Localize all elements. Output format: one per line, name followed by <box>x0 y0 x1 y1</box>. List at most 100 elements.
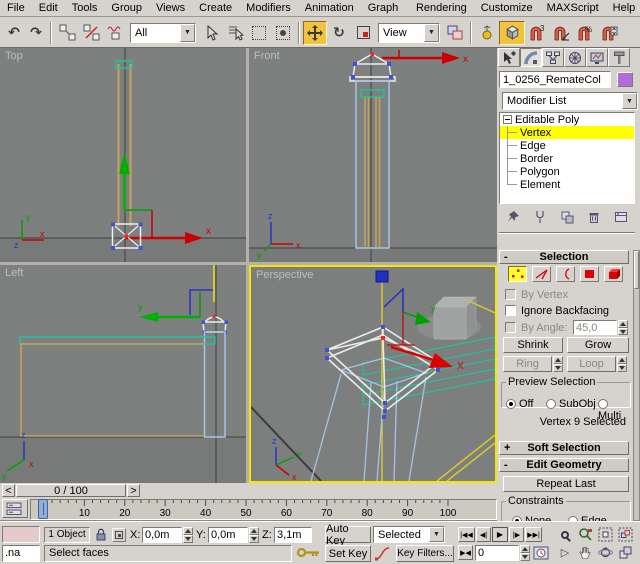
menu-item[interactable]: Rendering <box>409 0 474 17</box>
pan-button[interactable] <box>576 544 594 561</box>
by-angle-spinner[interactable] <box>618 320 628 335</box>
subobject-element-button[interactable] <box>604 266 623 282</box>
tab-motion[interactable] <box>564 48 586 67</box>
tab-display[interactable] <box>586 48 608 67</box>
auto-key-button[interactable]: Auto Key <box>325 526 371 543</box>
viewport-perspective-label[interactable]: Perspective <box>256 269 313 281</box>
reference-coordsys-dropdown[interactable]: View ▼ <box>378 23 440 43</box>
preview-off-radio[interactable]: Off <box>506 398 533 410</box>
stack-item-border[interactable]: Border <box>500 152 634 165</box>
stack-item-polygon[interactable]: Polygon <box>500 165 634 178</box>
viewport-front[interactable]: Front x <box>249 48 497 262</box>
frame-readout[interactable]: 0 / 100 <box>16 484 126 497</box>
key-mode-toggle-button[interactable]: ▶◀ <box>458 545 473 560</box>
menu-item[interactable]: Group <box>104 0 149 17</box>
open-mini-curve-editor-button[interactable] <box>2 499 28 518</box>
menu-item[interactable]: Customize <box>474 0 540 17</box>
viewport-left[interactable]: Left y z y <box>0 265 246 483</box>
select-by-name-button[interactable] <box>223 21 247 45</box>
frame-spinner[interactable] <box>520 545 530 561</box>
menu-item[interactable]: Help <box>606 0 640 17</box>
menu-item[interactable]: Modifiers <box>239 0 298 17</box>
redo-icon[interactable]: ↷ <box>25 21 47 45</box>
ignore-backfacing-checkbox[interactable] <box>505 305 516 316</box>
selection-lock-toggle[interactable] <box>94 527 108 545</box>
set-key-button[interactable]: Set Key <box>325 545 371 562</box>
menu-item[interactable]: Edit <box>32 0 65 17</box>
go-to-end-button[interactable]: ▶▶| <box>525 527 542 542</box>
menu-item[interactable]: Tools <box>65 0 105 17</box>
menu-item[interactable]: Views <box>149 0 192 17</box>
command-panel-scrollbar[interactable] <box>633 250 640 521</box>
snaps-toggle-button[interactable] <box>499 21 525 45</box>
x-coordinate-field[interactable] <box>142 527 182 543</box>
key-filters-button[interactable]: Key Filters... <box>396 545 454 562</box>
previous-frame-button[interactable]: ◀| <box>476 527 491 542</box>
key-mode-dropdown[interactable]: Selected ▼ <box>373 526 445 543</box>
collapse-icon[interactable] <box>503 115 512 124</box>
pin-stack-button[interactable] <box>502 209 524 225</box>
stack-item-element[interactable]: Element <box>500 178 634 191</box>
show-end-result-button[interactable] <box>529 209 551 225</box>
select-and-move-button[interactable] <box>303 21 327 45</box>
soft-selection-rollout-header[interactable]: + Soft Selection <box>499 441 629 455</box>
undo-icon[interactable]: ↶ <box>3 21 25 45</box>
select-and-manipulate-button[interactable] <box>475 21 499 45</box>
by-vertex-checkbox[interactable] <box>505 289 516 300</box>
ring-button[interactable]: Ring <box>503 356 552 372</box>
angle-snap-toggle[interactable] <box>549 21 573 45</box>
menu-item[interactable]: File <box>0 0 32 17</box>
time-slider-handle[interactable] <box>38 499 48 519</box>
ring-spinner[interactable] <box>553 356 563 372</box>
mini-listener-macro[interactable] <box>2 526 40 543</box>
time-configuration-button[interactable] <box>533 545 549 564</box>
tab-modify[interactable] <box>520 48 542 67</box>
stack-item-vertex[interactable]: Vertex <box>500 126 634 139</box>
selection-filter-dropdown[interactable]: All ▼ <box>130 23 196 43</box>
menu-item[interactable]: Animation <box>298 0 361 17</box>
stack-item-editable-poly[interactable]: Editable Poly <box>500 113 634 126</box>
z-coordinate-field[interactable] <box>274 527 312 543</box>
go-to-start-button[interactable]: |◀◀ <box>458 527 475 542</box>
unlink-selection-icon[interactable] <box>79 21 103 45</box>
use-pivot-point-center-button[interactable] <box>443 21 467 45</box>
rectangular-selection-region-button[interactable] <box>247 21 271 45</box>
loop-spinner[interactable] <box>617 356 627 372</box>
zoom-button[interactable] <box>556 526 574 543</box>
object-name-field[interactable] <box>499 71 611 88</box>
viewport-front-label[interactable]: Front <box>254 50 280 62</box>
preview-subobj-radio[interactable]: SubObj <box>546 398 596 410</box>
zoom-all-button[interactable] <box>576 526 594 543</box>
field-of-view-button[interactable]: ▷ <box>556 544 574 561</box>
select-and-rotate-button[interactable]: ↻ <box>327 21 351 45</box>
tab-utilities[interactable] <box>608 48 630 67</box>
subobject-edge-button[interactable] <box>532 266 551 282</box>
configure-modifier-sets-button[interactable] <box>610 209 632 225</box>
select-and-scale-button[interactable] <box>351 21 375 45</box>
current-frame-field[interactable] <box>475 545 519 561</box>
zoom-extents-all-button[interactable] <box>616 526 634 543</box>
percent-snap-toggle[interactable]: % <box>573 21 597 45</box>
select-object-button[interactable] <box>199 21 223 45</box>
viewport-perspective[interactable]: Perspective <box>249 265 497 483</box>
scrollbar-thumb[interactable] <box>634 251 639 289</box>
edit-geometry-rollout-header[interactable]: - Edit Geometry <box>499 458 629 472</box>
select-and-link-icon[interactable] <box>55 21 79 45</box>
viewport-top-label[interactable]: Top <box>5 50 23 62</box>
spinner-snap-toggle[interactable] <box>597 21 621 45</box>
remove-modifier-button[interactable] <box>583 209 605 225</box>
modifier-list-dropdown[interactable]: Modifier List ▼ <box>502 92 638 110</box>
menu-item[interactable]: MAXScript <box>540 0 606 17</box>
shrink-button[interactable]: Shrink <box>503 337 563 353</box>
timeline-ruler[interactable]: 0102030405060708090100 <box>30 499 497 520</box>
y-spinner[interactable] <box>249 527 259 543</box>
stack-item-edge[interactable]: Edge <box>500 139 634 152</box>
subobject-vertex-button[interactable] <box>508 266 527 282</box>
menu-item[interactable]: Create <box>192 0 239 17</box>
by-angle-checkbox[interactable] <box>505 322 516 333</box>
viewport-left-label[interactable]: Left <box>5 267 23 279</box>
bind-to-space-warp-icon[interactable] <box>103 21 127 45</box>
repeat-last-button[interactable]: Repeat Last <box>503 476 629 492</box>
grow-button[interactable]: Grow <box>567 337 629 353</box>
x-spinner[interactable] <box>183 527 193 543</box>
